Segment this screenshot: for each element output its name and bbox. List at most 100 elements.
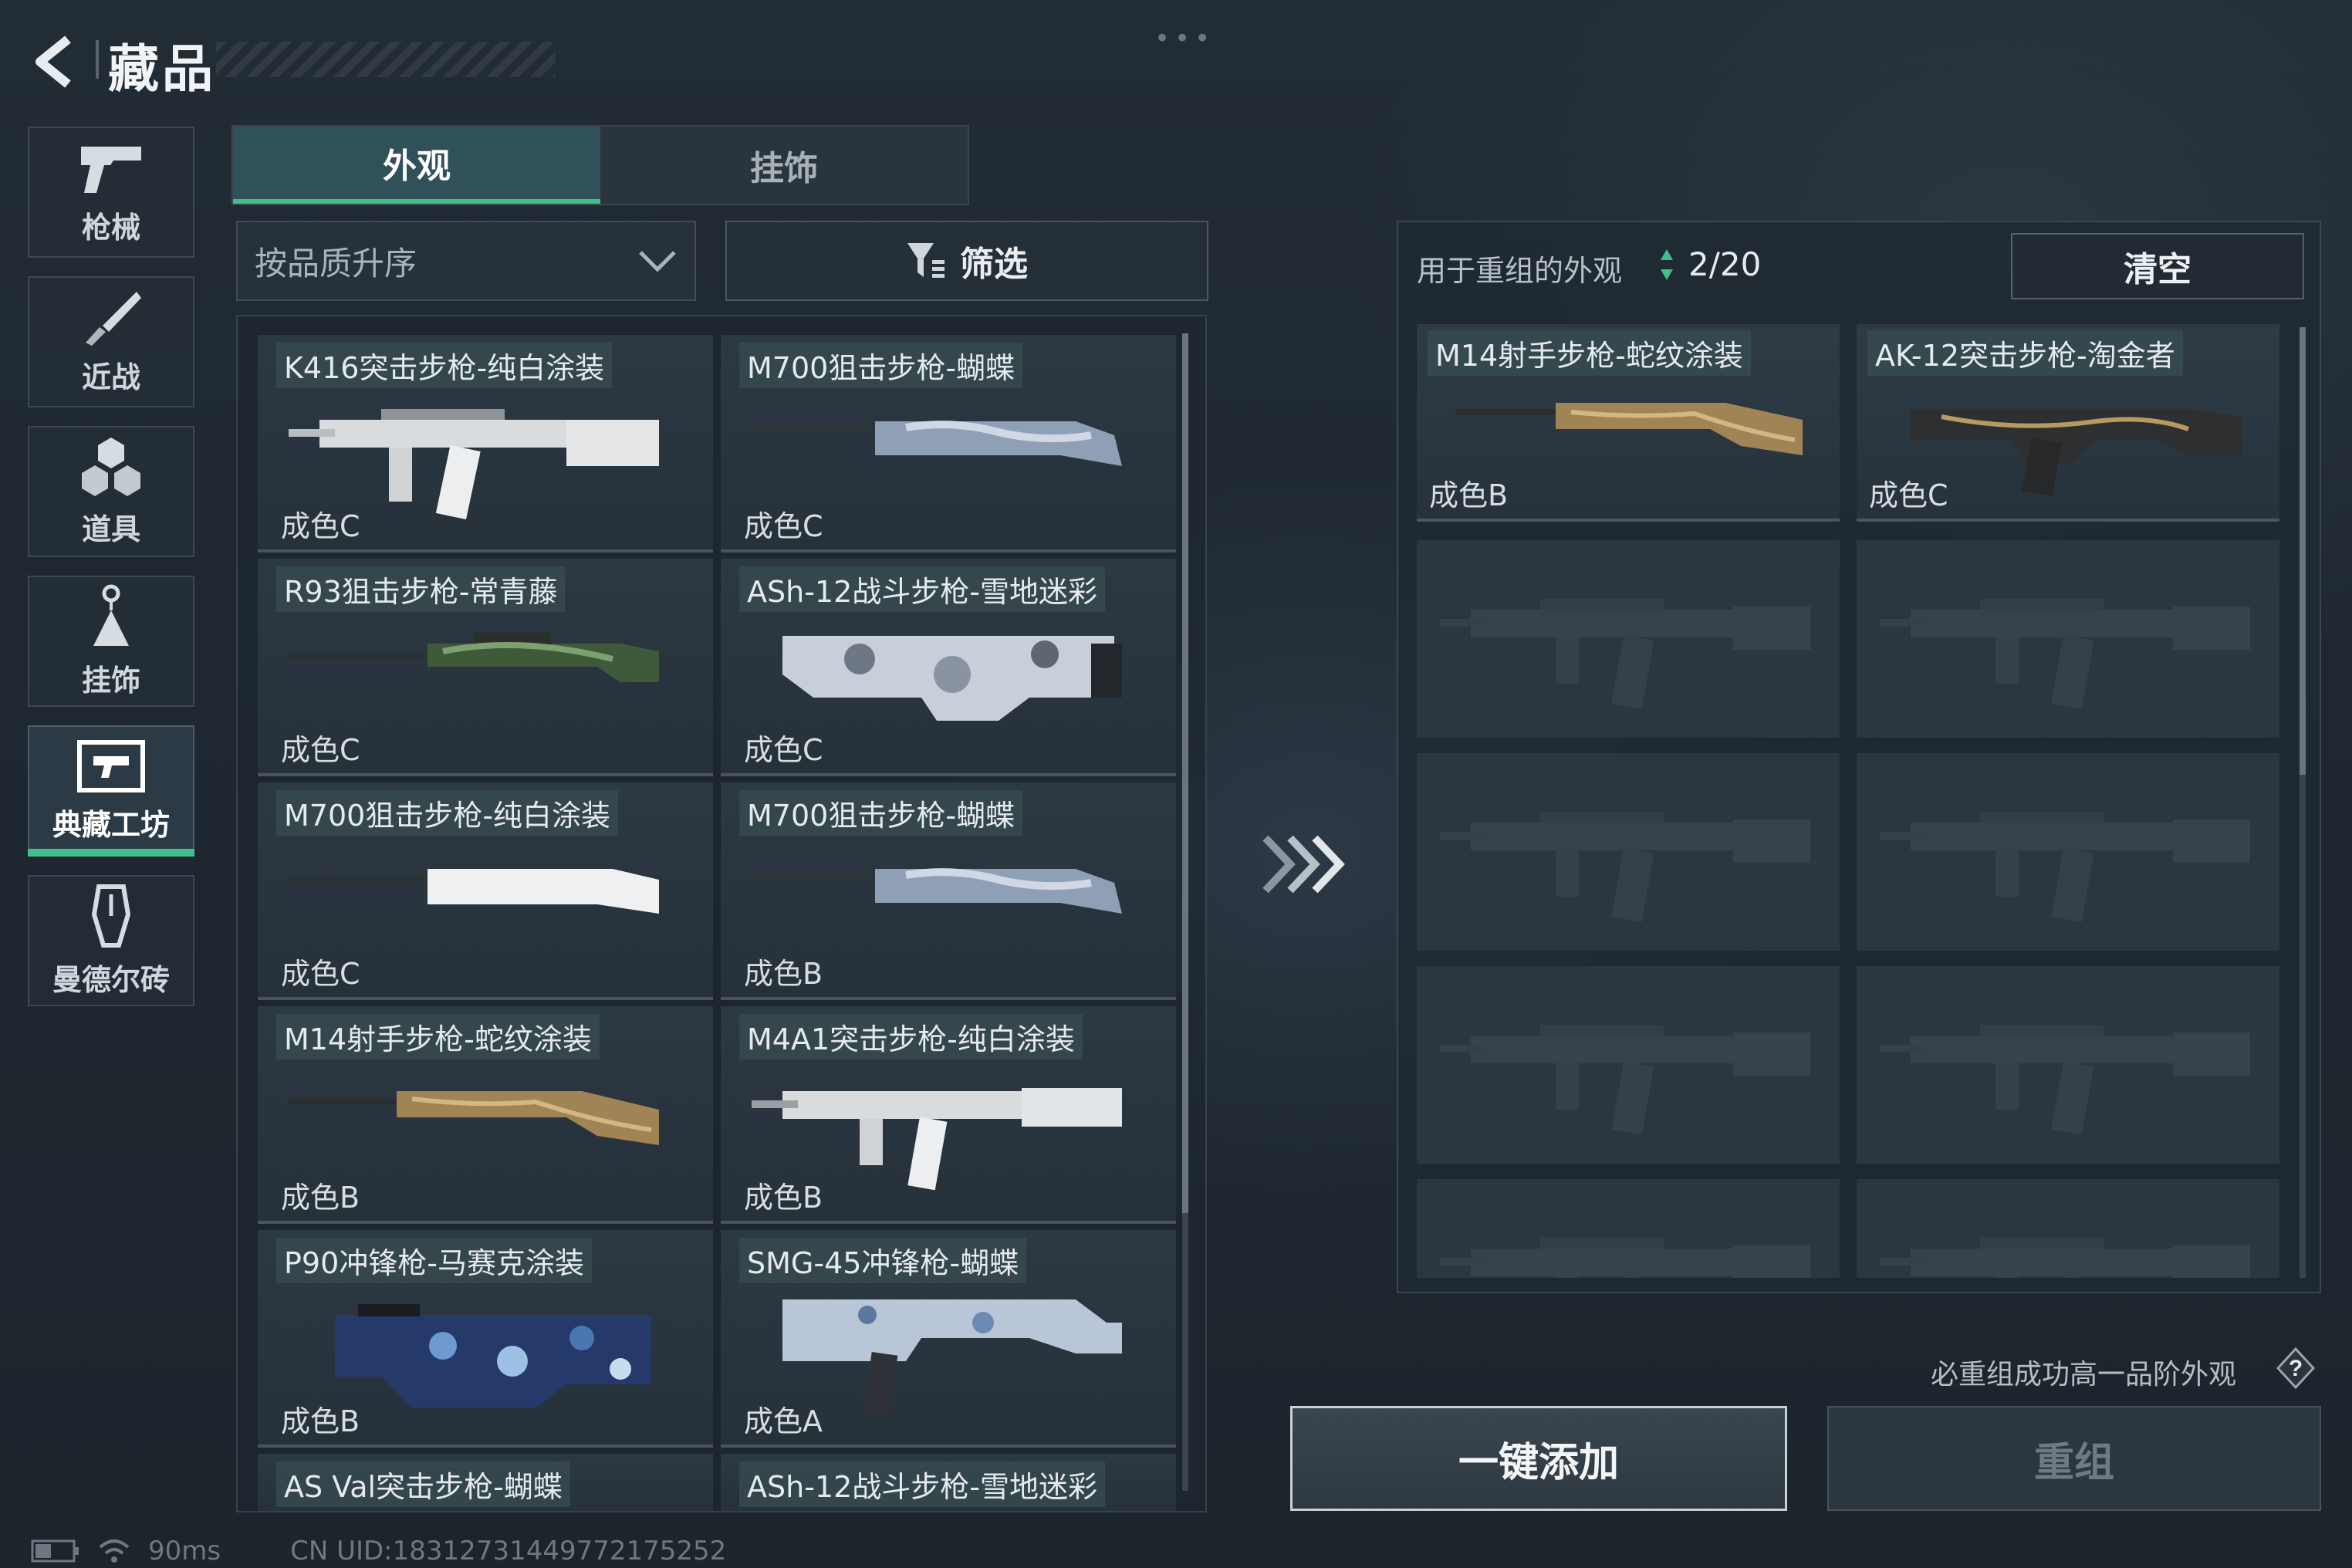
one-click-add-button[interactable]: 一键添加 bbox=[1290, 1406, 1787, 1511]
skin-name: AS Val突击步枪-蝴蝶 bbox=[276, 1462, 570, 1507]
empty-slot[interactable] bbox=[1857, 540, 2279, 738]
back-button[interactable] bbox=[28, 31, 83, 93]
tab-bar: 外观 挂饰 bbox=[231, 125, 969, 205]
empty-slot[interactable] bbox=[1857, 753, 2279, 951]
skin-grid: K416突击步枪-纯白涂装 成色C M700狙击步枪-蝴蝶 成色C R93狙击步… bbox=[236, 315, 1207, 1512]
skin-card[interactable]: M14射手步枪-蛇纹涂装 成色B bbox=[258, 1006, 713, 1224]
nav-label: 近战 bbox=[81, 360, 140, 394]
battery-icon bbox=[31, 1539, 79, 1563]
skin-card[interactable]: K416突击步枪-纯白涂装 成色C bbox=[258, 335, 713, 553]
workshop-icon bbox=[77, 739, 145, 792]
empty-slot-silhouette bbox=[1880, 812, 2250, 922]
rifle-image bbox=[752, 1088, 1122, 1191]
empty-slot-silhouette bbox=[1440, 1238, 1810, 1278]
title-separator bbox=[96, 40, 99, 79]
skin-card[interactable]: M4A1突击步枪-纯白涂装 成色B bbox=[721, 1006, 1176, 1224]
nav-item-melee[interactable]: 近战 bbox=[28, 276, 194, 407]
skin-grade: 成色C bbox=[1869, 478, 1948, 512]
skin-card[interactable]: SMG-45冲锋枪-蝴蝶 成色A bbox=[721, 1230, 1176, 1448]
empty-slot-silhouette bbox=[1880, 1238, 2250, 1278]
skin-grade: 成色C bbox=[281, 733, 360, 767]
selected-skin-card[interactable]: M14射手步枪-蛇纹涂装 成色B bbox=[1417, 324, 1840, 522]
rifle-image bbox=[1455, 403, 1803, 455]
rifle-image bbox=[289, 409, 659, 520]
regroup-button[interactable]: 重组 bbox=[1827, 1406, 2321, 1511]
sort-value: 按品质升序 bbox=[255, 244, 417, 282]
skin-grade: 成色B bbox=[744, 957, 823, 991]
help-icon[interactable]: ? bbox=[2276, 1347, 2315, 1389]
rifle-image bbox=[782, 636, 1122, 721]
skin-grade: 成色A bbox=[744, 1404, 823, 1438]
regroup-hint: 必重组成功高一品阶外观 bbox=[1931, 1359, 2237, 1391]
smg-image bbox=[335, 1304, 651, 1407]
empty-slot[interactable] bbox=[1857, 1179, 2279, 1278]
empty-slot[interactable] bbox=[1417, 540, 1840, 738]
sniper-image bbox=[289, 633, 659, 682]
nav-label: 枪械 bbox=[81, 210, 140, 245]
filter-button[interactable]: 筛选 bbox=[725, 221, 1208, 301]
selected-skin-card[interactable]: AK-12突击步枪-淘金者 成色C bbox=[1857, 324, 2279, 522]
skin-card[interactable]: P90冲锋枪-马赛克涂装 成色B bbox=[258, 1230, 713, 1448]
skin-grade: 成色C bbox=[281, 957, 360, 991]
wifi-icon bbox=[99, 1539, 130, 1563]
sniper-image bbox=[752, 421, 1122, 466]
sniper-image bbox=[289, 869, 659, 914]
skin-grade: 成色C bbox=[281, 509, 360, 543]
skin-card[interactable]: M700狙击步枪-蝴蝶 成色B bbox=[721, 782, 1176, 1000]
rifle-image bbox=[289, 1091, 659, 1145]
skin-name: M14射手步枪-蛇纹涂装 bbox=[1428, 330, 1751, 376]
skin-grade: 成色B bbox=[744, 1181, 823, 1215]
nav-item-workshop[interactable]: 典藏工坊 bbox=[28, 725, 194, 857]
skin-card[interactable]: M700狙击步枪-蝴蝶 成色C bbox=[721, 335, 1176, 553]
skin-card[interactable]: AS Val突击步枪-蝴蝶 bbox=[258, 1454, 713, 1511]
tab-appearance[interactable]: 外观 bbox=[233, 127, 600, 204]
mandel-brick-icon bbox=[91, 884, 131, 948]
ping-value: 90ms bbox=[148, 1536, 221, 1566]
rifle-image bbox=[1911, 409, 2242, 496]
regroup-label: 用于重组的外观 bbox=[1417, 254, 1623, 288]
skin-card[interactable]: ASh-12战斗步枪-雪地迷彩 成色C bbox=[721, 559, 1176, 776]
empty-slot[interactable] bbox=[1857, 966, 2279, 1164]
regroup-count: 2/20 bbox=[1659, 245, 1761, 283]
skin-grade: 成色B bbox=[281, 1181, 360, 1215]
skin-card[interactable]: M700狙击步枪-纯白涂装 成色C bbox=[258, 782, 713, 1000]
more-dots[interactable]: ••• bbox=[1154, 23, 1215, 54]
pistol-icon bbox=[81, 146, 141, 193]
nav-label: 道具 bbox=[81, 512, 140, 546]
empty-slot[interactable] bbox=[1417, 966, 1840, 1164]
nav-item-items[interactable]: 道具 bbox=[28, 426, 194, 557]
empty-slot[interactable] bbox=[1417, 1179, 1840, 1278]
page-title: 藏品 bbox=[108, 39, 216, 99]
skin-grade: 成色B bbox=[1429, 478, 1509, 512]
back-arrow-icon bbox=[35, 35, 71, 88]
skin-card[interactable]: R93狙击步枪-常青藤 成色C bbox=[258, 559, 713, 776]
filter-label: 筛选 bbox=[960, 245, 1028, 284]
nav-item-guns[interactable]: 枪械 bbox=[28, 127, 194, 258]
nav-label: 曼德尔砖 bbox=[52, 962, 170, 997]
clear-button[interactable]: 清空 bbox=[2011, 233, 2304, 299]
nav-item-charms[interactable]: 挂饰 bbox=[28, 576, 194, 707]
nav-label: 挂饰 bbox=[81, 663, 140, 698]
sniper-image bbox=[752, 868, 1122, 914]
skin-name: ASh-12战斗步枪-雪地迷彩 bbox=[739, 1462, 1105, 1507]
nav-item-mandel-brick[interactable]: 曼德尔砖 bbox=[28, 875, 194, 1006]
skin-card[interactable]: ASh-12战斗步枪-雪地迷彩 bbox=[721, 1454, 1176, 1511]
grid-scrollbar-thumb[interactable] bbox=[1182, 333, 1188, 1213]
status-bar: 90ms CN UID:18312731449772175252 bbox=[31, 1536, 726, 1566]
empty-slot[interactable] bbox=[1417, 753, 1840, 951]
smg-image bbox=[782, 1299, 1122, 1415]
regroup-scrollbar-thumb[interactable] bbox=[2300, 327, 2306, 775]
uid-value: CN UID:18312731449772175252 bbox=[290, 1536, 727, 1566]
empty-slot-silhouette bbox=[1440, 599, 1810, 709]
skin-grade: 成色B bbox=[281, 1404, 360, 1438]
chevron-down-icon bbox=[639, 251, 676, 272]
empty-slot-silhouette bbox=[1880, 599, 2250, 709]
filter-icon bbox=[907, 243, 945, 278]
tab-charms[interactable]: 挂饰 bbox=[600, 127, 968, 204]
sort-arrows-icon bbox=[1661, 248, 1673, 280]
charm-icon bbox=[93, 584, 129, 646]
knife-icon bbox=[86, 291, 141, 346]
empty-slot-silhouette bbox=[1440, 1025, 1810, 1135]
skin-name: AK-12突击步枪-淘金者 bbox=[1867, 330, 2183, 376]
sort-dropdown[interactable]: 按品质升序 bbox=[236, 221, 696, 301]
